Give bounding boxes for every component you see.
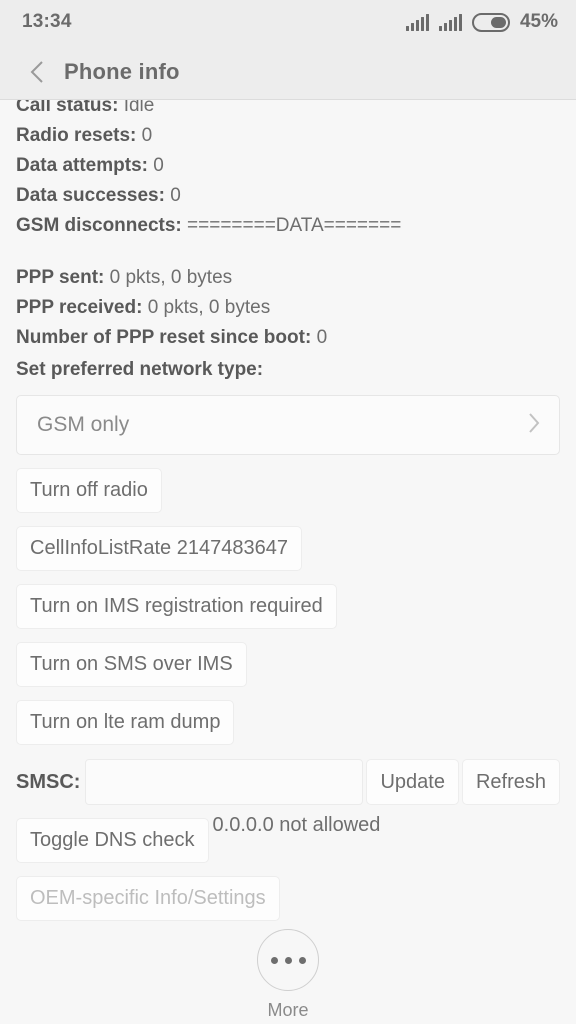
info-label: Call status: [16,100,119,116]
smsc-row: SMSC: Update Refresh [16,759,560,805]
radio-info-list: Call status: Idle Radio resets: 0 Data a… [16,100,560,353]
signal-bars-icon [405,13,429,31]
info-line-ppp-received: PPP received: 0 pkts, 0 bytes [16,293,560,323]
battery-percent-label: 45% [519,11,558,32]
more-dots-icon[interactable] [257,929,319,991]
preferred-network-type-value: GSM only [37,413,130,436]
toggle-dns-check-button[interactable]: Toggle DNS check [16,818,209,863]
dns-status-text: 0.0.0.0 not allowed [212,814,381,836]
info-value: ========DATA======= [187,215,402,236]
info-line-gsm-disconnects: GSM disconnects: ========DATA======= [16,211,560,241]
info-line-data-attempts: Data attempts: 0 [16,151,560,181]
button-row-turn-off-radio: Turn off radio [16,468,560,513]
cell-info-list-rate-button[interactable]: CellInfoListRate 2147483647 [16,526,302,571]
info-value: 0 pkts, 0 bytes [109,267,233,288]
info-value: 0 [316,327,328,348]
status-bar: 13:34 45% [0,0,576,44]
info-label: Data successes: [16,185,165,206]
signal-bars-icon [438,13,462,31]
info-line-call-status: Call status: Idle [16,100,560,121]
button-row-ims-registration: Turn on IMS registration required [16,584,560,629]
info-label: Radio resets: [16,125,137,146]
button-row-lte-ram-dump: Turn on lte ram dump [16,700,560,745]
smsc-input[interactable] [85,759,364,805]
info-value: 0 [170,185,181,206]
info-value: 0 [153,155,164,176]
chevron-left-icon[interactable] [24,59,50,85]
smsc-refresh-button[interactable]: Refresh [461,759,560,805]
dns-check-row: Toggle DNS check 0.0.0.0 not allowed [16,814,560,863]
info-label: Number of PPP reset since boot: [16,327,312,348]
battery-icon [471,12,510,32]
toggle-lte-ram-dump-button[interactable]: Turn on lte ram dump [16,700,235,745]
toggle-ims-registration-button[interactable]: Turn on IMS registration required [16,584,337,629]
more-bar: More [0,915,576,1023]
preferred-network-type-select[interactable]: GSM only [16,395,560,455]
info-value: 0 pkts, 0 bytes [147,297,271,318]
info-value: Idle [123,100,155,116]
turn-off-radio-button[interactable]: Turn off radio [16,468,162,513]
info-line-data-successes: Data successes: 0 [16,181,560,211]
preferred-network-type-label: Set preferred network type: [16,359,264,380]
info-label: GSM disconnects: [16,215,182,236]
page-title: Phone info [64,58,180,84]
phone-info-scroll-area[interactable]: Call status: Idle Radio resets: 0 Data a… [0,100,576,1023]
more-label: More [267,1000,309,1020]
info-label: Data attempts: [16,155,148,176]
smsc-label: SMSC: [16,770,81,793]
toggle-sms-over-ims-button[interactable]: Turn on SMS over IMS [16,642,247,687]
status-bar-indicators: 45% [405,11,558,33]
info-label: PPP received: [16,297,143,318]
info-line-ppp-sent: PPP sent: 0 pkts, 0 bytes [16,263,560,293]
info-line-radio-resets: Radio resets: 0 [16,121,560,151]
smsc-update-button[interactable]: Update [366,759,459,805]
app-bar: Phone info [0,44,576,100]
chevron-right-icon [527,411,541,440]
info-label: PPP sent: [16,267,105,288]
info-line-ppp-reset-since-boot: Number of PPP reset since boot: 0 [16,323,560,353]
info-value: 0 [141,125,153,146]
button-row-cell-info-list-rate: CellInfoListRate 2147483647 [16,526,560,571]
status-bar-clock: 13:34 [22,11,72,32]
button-row-sms-over-ims: Turn on SMS over IMS [16,642,560,687]
